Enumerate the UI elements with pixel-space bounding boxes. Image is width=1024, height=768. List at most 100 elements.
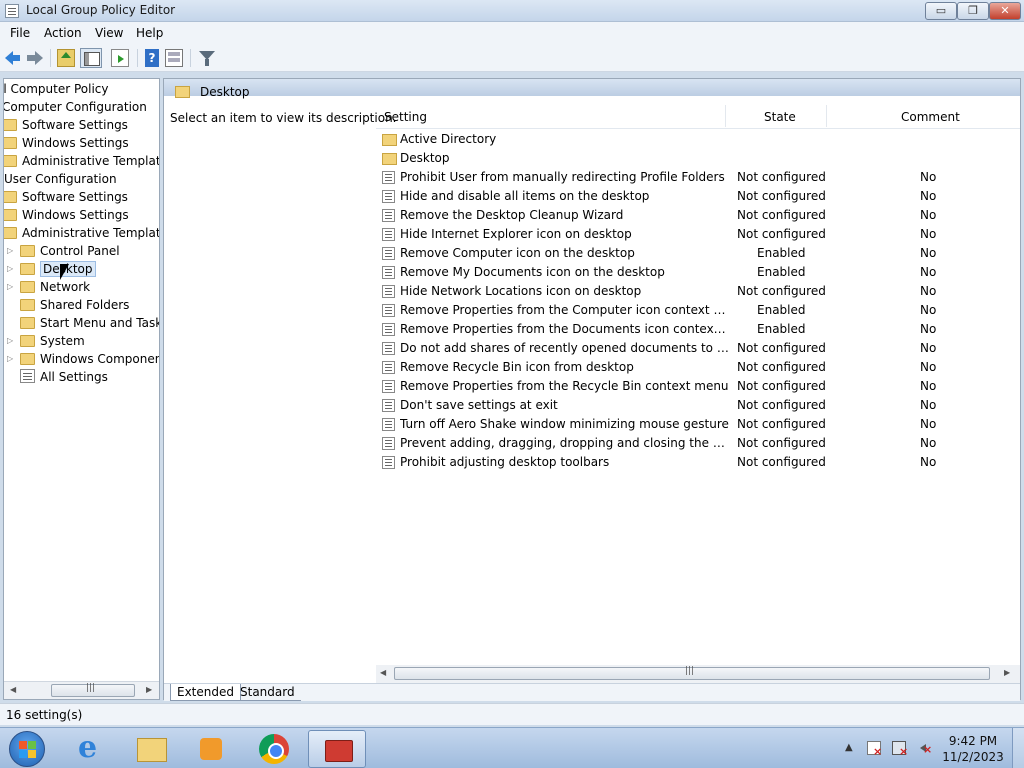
details-horizontal-scrollbar[interactable]: ◀ ▶ [376, 665, 1020, 683]
tree-horizontal-scrollbar[interactable]: ◀ ▶ [4, 681, 159, 699]
show-hide-console-tree-icon[interactable] [80, 48, 102, 68]
tree-item-start-menu-and-taskbar[interactable]: Start Menu and Taskba [20, 314, 159, 332]
tree-item-windows-components[interactable]: ▷ Windows Components [7, 350, 159, 368]
tree-item-computer-configuration[interactable]: Computer Configuration [4, 98, 147, 116]
column-separator[interactable] [826, 105, 827, 127]
show-hidden-icons-arrow[interactable]: ▲ [845, 742, 853, 753]
tree-item-desktop[interactable]: ▷ Desktop [7, 260, 96, 278]
internet-explorer-icon[interactable] [64, 730, 116, 768]
setting-row[interactable]: Turn off Aero Shake window minimizing mo… [380, 415, 1020, 434]
setting-state: Not configured [737, 189, 826, 203]
tree-item-user-windows-settings[interactable]: Windows Settings [4, 206, 129, 224]
setting-row[interactable]: Remove the Desktop Cleanup Wizard Not con… [380, 206, 1020, 225]
policy-setting-icon [382, 437, 395, 450]
tree-item-computer-windows-settings[interactable]: Windows Settings [4, 134, 129, 152]
setting-comment: No [920, 189, 937, 203]
setting-row[interactable]: Prevent adding, dragging, dropping and c… [380, 434, 1020, 453]
setting-row[interactable]: Hide and disable all items on the deskto… [380, 187, 1020, 206]
scroll-left-arrow-icon[interactable]: ◀ [10, 685, 16, 694]
setting-name: Prohibit User from manually redirecting … [400, 170, 725, 184]
setting-row[interactable]: Remove My Documents icon on the desktop E… [380, 263, 1020, 282]
setting-row[interactable]: Hide Internet Explorer icon on desktop No… [380, 225, 1020, 244]
tree-item-computer-software-settings[interactable]: Software Settings [4, 116, 128, 134]
help-icon[interactable]: ? [145, 49, 159, 67]
scroll-right-arrow-icon[interactable]: ▶ [1004, 668, 1010, 677]
tree-item-system[interactable]: ▷ System [7, 332, 85, 350]
setting-row[interactable]: Remove Properties from the Documents ico… [380, 320, 1020, 339]
expand-arrow-icon[interactable]: ▷ [7, 278, 13, 296]
maximize-button[interactable]: ❐ [957, 2, 989, 20]
chrome-icon[interactable] [247, 730, 299, 768]
tree-item-network[interactable]: ▷ Network [7, 278, 90, 296]
menu-action[interactable]: Action [44, 26, 82, 40]
volume-icon[interactable] [916, 741, 932, 756]
export-list-icon[interactable] [111, 49, 129, 67]
setting-name: Desktop [400, 151, 450, 165]
setting-row[interactable]: Prohibit adjusting desktop toolbars Not c… [380, 453, 1020, 472]
setting-row[interactable]: Prohibit User from manually redirecting … [380, 168, 1020, 187]
policy-setting-icon [382, 380, 395, 393]
console-tree[interactable]: al Computer Policy Computer Configuratio… [3, 78, 160, 700]
setting-name: Prohibit adjusting desktop toolbars [400, 455, 610, 469]
menu-file[interactable]: File [10, 26, 30, 40]
file-explorer-icon[interactable] [125, 730, 177, 768]
show-desktop-button[interactable] [1012, 728, 1024, 768]
tree-item-user-administrative-templates[interactable]: Administrative Templates [4, 224, 159, 242]
tree-item-computer-administrative-templates[interactable]: Administrative Templates [4, 152, 160, 170]
group-policy-editor-taskbar-icon[interactable] [308, 730, 366, 768]
menu-view[interactable]: View [95, 26, 123, 40]
forward-arrow-icon[interactable] [26, 49, 44, 67]
tree-item-user-software-settings[interactable]: Software Settings [4, 188, 128, 206]
action-center-icon[interactable] [867, 741, 882, 758]
expand-arrow-icon[interactable]: ▷ [7, 260, 13, 278]
column-state[interactable]: State [764, 110, 796, 124]
tab-extended[interactable]: Extended [170, 684, 241, 701]
tree-item-all-settings[interactable]: All Settings [20, 368, 108, 386]
folder-row[interactable]: Active Directory [380, 130, 1020, 149]
setting-row[interactable]: Don't save settings at exit Not configure… [380, 396, 1020, 415]
properties-icon[interactable] [165, 49, 183, 67]
column-setting[interactable]: Setting [384, 110, 427, 124]
setting-row[interactable]: Do not add shares of recently opened doc… [380, 339, 1020, 358]
folder-row[interactable]: Desktop [380, 149, 1020, 168]
setting-row[interactable]: Hide Network Locations icon on desktop No… [380, 282, 1020, 301]
folder-icon [4, 209, 17, 221]
setting-name: Hide Internet Explorer icon on desktop [400, 227, 632, 241]
system-clock[interactable]: 9:42 PM 11/2/2023 [940, 733, 1006, 765]
tab-standard[interactable]: Standard [234, 684, 301, 701]
setting-row[interactable]: Remove Computer icon on the desktop Enabl… [380, 244, 1020, 263]
scroll-left-arrow-icon[interactable]: ◀ [380, 668, 386, 677]
setting-name: Turn off Aero Shake window minimizing mo… [400, 417, 729, 431]
setting-row[interactable]: Remove Properties from the Recycle Bin c… [380, 377, 1020, 396]
expand-arrow-icon[interactable]: ▷ [7, 332, 13, 350]
minimize-button[interactable]: ▭ [925, 2, 957, 20]
filter-icon[interactable] [198, 49, 216, 67]
setting-name: Remove My Documents icon on the desktop [400, 265, 665, 279]
column-separator[interactable] [725, 105, 726, 127]
up-one-level-icon[interactable] [57, 49, 75, 67]
tree-item-local-computer-policy[interactable]: al Computer Policy [4, 80, 109, 98]
back-arrow-icon[interactable] [4, 49, 22, 67]
setting-row[interactable]: Remove Properties from the Computer icon… [380, 301, 1020, 320]
close-button[interactable]: ✕ [989, 2, 1021, 20]
start-button[interactable] [9, 731, 45, 767]
expand-arrow-icon[interactable]: ▷ [7, 350, 13, 368]
scrollbar-thumb[interactable] [394, 666, 990, 680]
folder-icon [4, 191, 17, 203]
column-comment[interactable]: Comment [901, 110, 960, 124]
tree-item-shared-folders[interactable]: Shared Folders [20, 296, 129, 314]
tree-item-user-configuration[interactable]: User Configuration [4, 170, 117, 188]
tree-item-control-panel[interactable]: ▷ Control Panel [7, 242, 120, 260]
media-player-icon[interactable] [185, 730, 237, 768]
scrollbar-thumb[interactable] [51, 683, 135, 697]
network-icon[interactable] [892, 741, 908, 758]
menu-help[interactable]: Help [136, 26, 163, 40]
tree-item-label: Administrative Templates [22, 154, 160, 168]
setting-row[interactable]: Remove Recycle Bin icon from desktop Not … [380, 358, 1020, 377]
toolbar-separator [50, 49, 51, 67]
setting-state: Not configured [737, 170, 826, 184]
details-header: Desktop [164, 79, 1020, 99]
scroll-right-arrow-icon[interactable]: ▶ [146, 685, 152, 694]
folder-icon [20, 299, 35, 311]
expand-arrow-icon[interactable]: ▷ [7, 242, 13, 260]
